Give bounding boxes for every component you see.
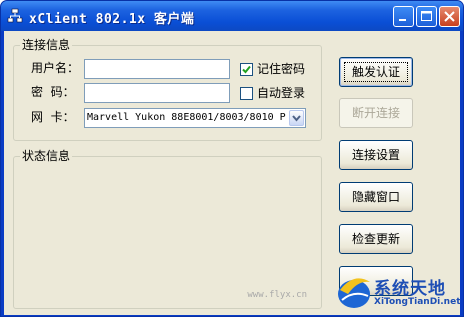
username-input[interactable]	[84, 59, 230, 79]
chevron-down-icon	[292, 115, 301, 122]
trigger-auth-button[interactable]: 触发认证	[339, 57, 413, 87]
disconnect-button[interactable]: 断开连接	[339, 98, 413, 128]
title-bar[interactable]: xClient 802.1x 客户端	[1, 1, 463, 31]
auto-login-label: 自动登录	[257, 86, 306, 100]
status-info-label: 状态信息	[20, 149, 73, 163]
disconnect-label: 断开连接	[351, 106, 400, 120]
check-update-button[interactable]: 检查更新	[339, 224, 413, 254]
logo-sub-text: XiTongTianDi.net	[374, 297, 461, 307]
connection-info-label: 连接信息	[20, 38, 73, 52]
logo-globe-icon	[338, 278, 370, 308]
connection-settings-label: 连接设置	[351, 148, 400, 162]
network-icon	[7, 8, 23, 23]
site-logo: 系统天地 XiTongTianDi.net	[332, 264, 464, 317]
username-label: 用户名：	[31, 61, 80, 75]
checkmark-icon	[242, 65, 251, 74]
check-update-label: 检查更新	[351, 232, 400, 246]
password-label: 密 码：	[31, 85, 75, 99]
remember-password-label: 记住密码	[257, 62, 306, 76]
connection-settings-button[interactable]: 连接设置	[339, 140, 413, 170]
dropdown-arrow[interactable]	[289, 110, 304, 126]
focus-rect	[344, 62, 408, 82]
password-input[interactable]	[84, 83, 230, 103]
close-icon	[444, 11, 455, 22]
maximize-button[interactable]	[416, 6, 437, 27]
status-info-group: 状态信息 www.flyx.cn	[13, 149, 322, 309]
auto-login-checkbox[interactable]	[240, 87, 253, 100]
logo-main-text: 系统天地	[374, 279, 446, 299]
remember-password-checkbox[interactable]	[240, 63, 253, 76]
watermark: www.flyx.cn	[247, 290, 307, 300]
nic-select-value: Marvell Yukon 88E8001/8003/8010 P	[87, 112, 286, 123]
window-title: xClient 802.1x 客户端	[29, 12, 195, 27]
minimize-icon	[399, 19, 406, 21]
minimize-button[interactable]	[393, 6, 414, 27]
close-button[interactable]	[439, 6, 460, 27]
nic-select[interactable]: Marvell Yukon 88E8001/8003/8010 P	[84, 108, 306, 128]
hide-window-button[interactable]: 隐藏窗口	[339, 182, 413, 212]
nic-label: 网 卡：	[31, 110, 75, 124]
hide-window-label: 隐藏窗口	[351, 190, 400, 204]
maximize-icon	[421, 11, 432, 21]
